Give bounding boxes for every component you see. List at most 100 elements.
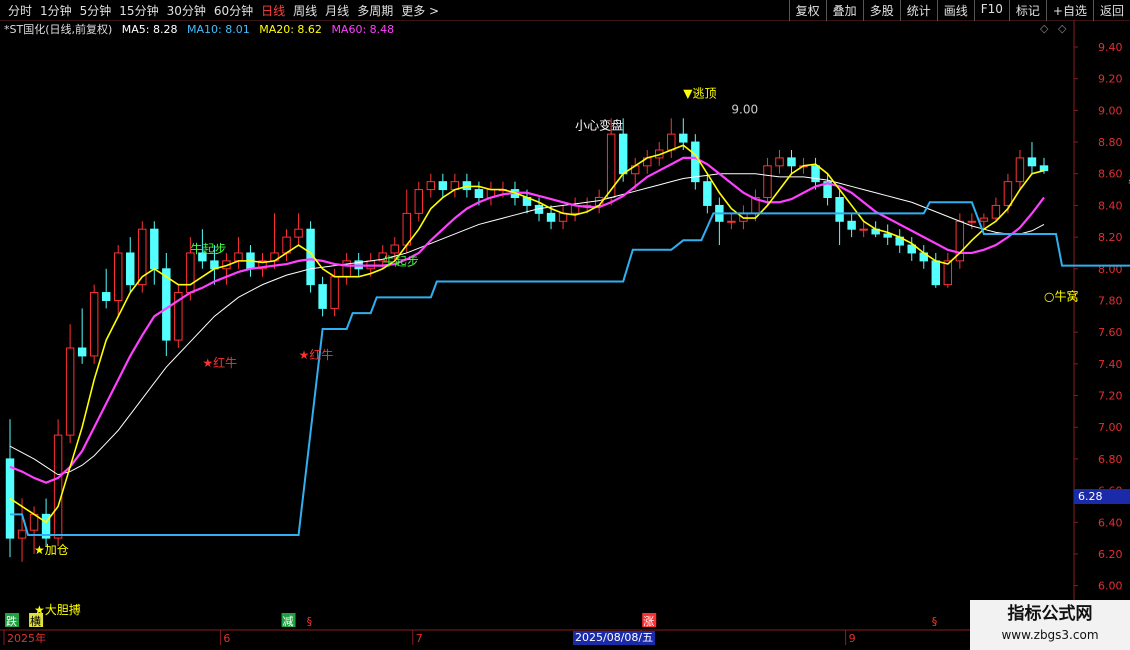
y-tick-label: 9.00 xyxy=(1098,104,1123,117)
x-tick-label: 7 xyxy=(416,632,423,645)
signal-tag: 减 xyxy=(283,615,294,628)
toolbar-button[interactable]: 叠加 xyxy=(825,0,863,21)
watermark-logo: 指标公式网 www.zbgs3.com xyxy=(970,600,1130,650)
candle-body xyxy=(618,133,628,175)
candle-body xyxy=(186,252,195,294)
signal-annotation: ★加仓 xyxy=(34,543,69,557)
signal-annotation: ★红牛 xyxy=(299,347,334,362)
period-tab[interactable]: 60分钟 xyxy=(210,2,257,19)
candle-body xyxy=(89,292,99,357)
y-tick-label: 7.00 xyxy=(1098,421,1123,434)
toolbar-button[interactable]: 标记 xyxy=(1008,0,1046,21)
candle-body xyxy=(77,347,87,357)
y-tick-label: 9.40 xyxy=(1098,41,1123,54)
candle-body xyxy=(234,252,243,262)
candle-body xyxy=(1039,165,1049,172)
candle-body xyxy=(1015,157,1025,183)
candle-body xyxy=(113,252,123,301)
candle-body xyxy=(883,233,892,238)
signal-annotation: 牛起步 xyxy=(383,254,419,269)
y-tick-label: 7.20 xyxy=(1098,390,1123,403)
candle-body xyxy=(691,141,700,183)
candle-body xyxy=(1003,181,1013,206)
signal-tag: 涨 xyxy=(643,615,654,628)
period-tab[interactable]: 5分钟 xyxy=(76,2,116,19)
y-tick-label: 6.80 xyxy=(1098,453,1123,466)
period-tab[interactable]: 1分钟 xyxy=(36,2,76,19)
signal-annotation: ▼逃顶 xyxy=(683,87,716,101)
candle-body xyxy=(294,228,303,238)
y-tick-label: 7.80 xyxy=(1098,294,1123,307)
candle-body xyxy=(474,189,484,199)
candle-body xyxy=(414,189,424,214)
candle-body xyxy=(1027,157,1037,167)
candle-body xyxy=(438,181,448,191)
candle-body xyxy=(763,165,772,199)
y-tick-label: 8.40 xyxy=(1098,199,1123,212)
period-toolbar: 分时 1分钟 5分钟 15分钟 30分钟 60分钟 日线 周线 月线 多周期 更多 > 复权 叠加 多股… xyxy=(0,0,1130,21)
y-tick-label: 6.00 xyxy=(1098,580,1123,593)
candle-body xyxy=(65,347,75,436)
current-price-tag: 6.28 xyxy=(1074,489,1130,504)
candle-body xyxy=(859,228,868,231)
x-tick-label: 6 xyxy=(223,632,230,645)
candle-body xyxy=(126,252,135,286)
y-tick-label: 9.20 xyxy=(1098,73,1123,86)
period-tab[interactable]: 更多 > xyxy=(397,2,443,19)
candle-body xyxy=(162,268,171,341)
signal-annotation: ○牛窝 xyxy=(1044,288,1078,303)
candle-body xyxy=(53,434,63,539)
candle-body xyxy=(931,260,941,286)
period-tab[interactable]: 30分钟 xyxy=(163,2,210,19)
y-tick-label: 8.80 xyxy=(1098,136,1123,149)
signal-annotation: ★红牛 xyxy=(202,355,237,370)
toolbar-button[interactable]: +自选 xyxy=(1045,0,1093,21)
candle-body xyxy=(679,133,688,143)
signal-annotation: 小心变盘 xyxy=(575,117,623,132)
candle-body xyxy=(703,181,712,206)
signal-tag: 跌 xyxy=(6,614,17,628)
toolbar-button[interactable]: 多股 xyxy=(862,0,900,21)
period-tab[interactable]: 周线 xyxy=(289,2,321,19)
y-tick-label: 6.40 xyxy=(1098,516,1123,529)
candle-body xyxy=(835,197,844,222)
y-tick-label: 8.60 xyxy=(1098,168,1123,181)
toolbar-button[interactable]: 返回 xyxy=(1092,0,1130,21)
candle-body xyxy=(150,228,159,270)
period-tab[interactable]: 月线 xyxy=(321,2,353,19)
y-tick-label: 7.40 xyxy=(1098,358,1123,371)
kline-chart[interactable]: 9.409.209.008.808.608.408.208.007.807.60… xyxy=(0,20,1130,650)
period-tab[interactable]: 日线 xyxy=(257,2,289,19)
candle-body xyxy=(17,529,27,539)
candle-body xyxy=(979,217,989,222)
toolbar-buttons: 复权 叠加 多股 统计 画线 F10 标记 +自选 返回 xyxy=(788,0,1130,21)
toolbar-button[interactable]: 复权 xyxy=(788,0,826,21)
candle-body xyxy=(991,204,1001,219)
candle-body xyxy=(667,133,676,151)
diamond-icon: ◇ xyxy=(1040,22,1049,35)
toolbar-button[interactable]: 画线 xyxy=(936,0,974,21)
period-tab[interactable]: 15分钟 xyxy=(115,2,162,19)
candle-body xyxy=(390,244,399,254)
candle-body xyxy=(727,220,736,223)
candle-body xyxy=(847,220,856,230)
toolbar-button[interactable]: 统计 xyxy=(899,0,937,21)
signal-annotation: 9.00 xyxy=(731,103,758,117)
menu-icon: ◇ xyxy=(1058,22,1067,35)
signal-tag: § xyxy=(307,615,313,628)
y-tick-label: 8.20 xyxy=(1098,231,1123,244)
candle-body xyxy=(330,276,339,309)
toolbar-button[interactable]: F10 xyxy=(973,0,1009,21)
signal-tag: 横 xyxy=(30,614,41,628)
candle-body xyxy=(101,292,111,301)
candle-body xyxy=(426,181,436,191)
period-tab[interactable]: 多周期 xyxy=(353,2,397,19)
period-tabs: 分时 1分钟 5分钟 15分钟 30分钟 60分钟 日线 周线 月线 多周期 更多 > xyxy=(4,2,443,19)
candle-body xyxy=(787,157,796,167)
candle-body xyxy=(558,212,568,222)
period-tab[interactable]: 分时 xyxy=(4,2,36,19)
cursor-date-tag: 2025/08/08/五 xyxy=(573,631,656,645)
candle-body xyxy=(775,157,784,167)
candle-body xyxy=(967,220,977,223)
candle-body xyxy=(546,212,556,222)
